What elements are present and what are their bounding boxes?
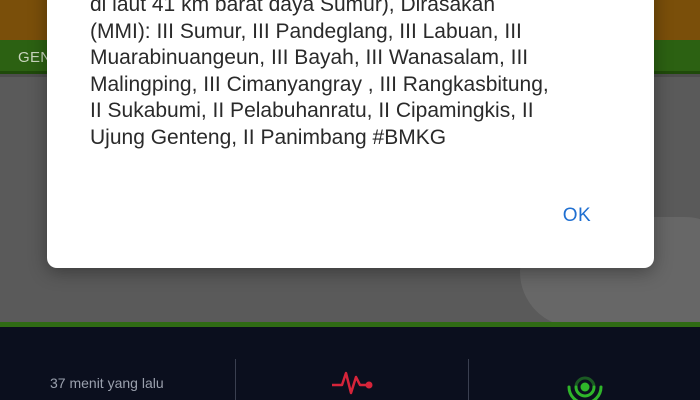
ok-button[interactable]: OK — [547, 198, 607, 234]
bottom-info-bar: 37 menit yang lalu — [0, 327, 700, 400]
pulse-icon[interactable] — [332, 367, 376, 397]
message-line: Malingping, III Cimanyangray , III Rangk… — [90, 72, 549, 96]
last-update-time: 37 menit yang lalu — [50, 375, 164, 391]
bottom-separator — [468, 359, 469, 400]
alert-dialog: di laut 41 km barat daya Sumur), Dirasak… — [47, 0, 654, 268]
message-line: Muarabinuangeun, III Bayah, III Wanasala… — [90, 46, 529, 69]
bottom-separator — [235, 359, 236, 400]
message-line: Ujung Genteng, II Panimbang #BMKG — [90, 125, 447, 149]
signal-wave-icon[interactable] — [563, 365, 607, 400]
dialog-message: di laut 41 km barat daya Sumur), Dirasak… — [90, 0, 620, 151]
message-line: di laut 41 km barat daya Sumur), Dirasak… — [90, 0, 496, 16]
message-line: II Sukabumi, II Pelabuhanratu, II Cipami… — [90, 99, 534, 122]
message-line: (MMI): III Sumur, III Pandeglang, III La… — [90, 19, 522, 43]
screen: GEN 37 menit yang lalu di laut 41 km bar… — [0, 0, 700, 400]
